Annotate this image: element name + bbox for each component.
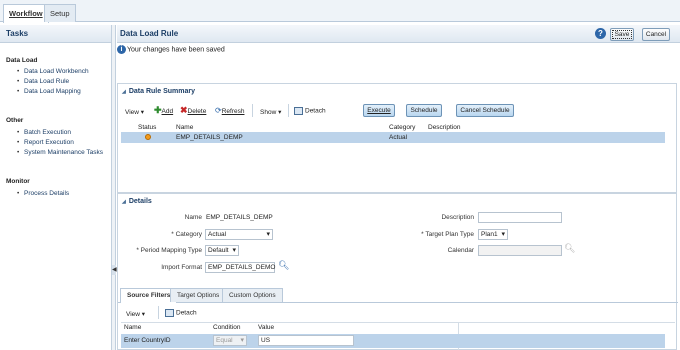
filter-row[interactable]: Enter CountryID Equal US: [121, 334, 665, 348]
period-mapping-label: * Period Mapping Type: [136, 247, 202, 254]
tasks-panel: Tasks Data Load Data Load Workbench Data…: [0, 25, 112, 350]
calendar-search-icon[interactable]: 🔍︎: [564, 243, 575, 254]
filter-view-menu[interactable]: View ▾: [126, 310, 145, 318]
task-batch-execution[interactable]: Batch Execution: [17, 129, 71, 136]
import-format-label: Import Format: [161, 264, 202, 271]
data-rule-summary-section: Data Rule Summary View ▾ ✚Add ✖Delete ⟳R…: [117, 83, 677, 193]
show-menu[interactable]: Show ▾: [260, 108, 281, 116]
collapse-arrow-icon[interactable]: ◀: [112, 265, 117, 275]
top-tab-bar: Workflow Setup: [0, 0, 680, 23]
value-input[interactable]: US: [258, 335, 354, 346]
calendar-label: Calendar: [447, 247, 474, 254]
detach-button[interactable]: Detach: [294, 107, 326, 115]
tab-source-filters[interactable]: Source Filters: [120, 288, 178, 303]
condition-select[interactable]: Equal: [213, 335, 247, 346]
help-icon[interactable]: ?: [595, 28, 606, 39]
filter-name: Enter CountryID: [124, 337, 171, 344]
sub-tab-bar: Source Filters Target Options Custom Opt…: [118, 288, 678, 303]
group-monitor: Monitor: [6, 178, 30, 185]
table-row[interactable]: EMP_DETAILS_DEMP Actual: [121, 132, 665, 143]
col-name[interactable]: Name: [176, 124, 193, 131]
period-mapping-select[interactable]: Default: [205, 245, 239, 256]
toolbar-divider: [252, 104, 253, 117]
grid-divider: [121, 322, 675, 323]
category-label: * Category: [171, 231, 202, 238]
detach-icon: [165, 309, 174, 317]
tab-custom-options[interactable]: Custom Options: [222, 288, 283, 302]
tab-setup[interactable]: Setup: [44, 4, 76, 22]
view-menu[interactable]: View ▾: [125, 108, 144, 116]
filter-col-condition[interactable]: Condition: [213, 324, 240, 331]
group-data-load: Data Load: [6, 57, 38, 64]
panel-splitter[interactable]: ◀: [112, 25, 117, 350]
name-label: Name: [184, 214, 202, 221]
details-section: Details Name EMP_DETAILS_DEMP * Category…: [117, 193, 678, 350]
delete-button[interactable]: ✖Delete: [180, 105, 206, 116]
toolbar-divider: [288, 104, 289, 117]
toolbar-divider: [158, 306, 159, 319]
summary-title: Data Rule Summary: [122, 88, 195, 95]
task-process-details[interactable]: Process Details: [17, 190, 69, 197]
status-pending-icon: [145, 134, 151, 140]
refresh-icon: ⟳: [215, 106, 222, 115]
save-confirmation: i Your changes have been saved: [117, 45, 225, 54]
add-icon: ✚: [154, 105, 162, 115]
task-data-load-mapping[interactable]: Data Load Mapping: [17, 88, 81, 95]
target-plan-select[interactable]: Plan1: [478, 229, 508, 240]
group-other: Other: [6, 117, 24, 124]
delete-icon: ✖: [180, 105, 188, 115]
task-data-load-workbench[interactable]: Data Load Workbench: [17, 68, 89, 75]
filter-detach-button[interactable]: Detach: [165, 309, 197, 317]
main-panel: Data Load Rule ? Save Cancel i Your chang…: [117, 25, 680, 350]
name-value: EMP_DETAILS_DEMP: [206, 214, 273, 221]
description-input[interactable]: [478, 212, 562, 223]
schedule-button[interactable]: Schedule: [406, 104, 442, 117]
cancel-schedule-button[interactable]: Cancel Schedule: [456, 104, 514, 117]
search-icon[interactable]: 🔍︎: [278, 260, 289, 271]
col-description[interactable]: Description: [428, 124, 461, 131]
category-select[interactable]: Actual: [205, 229, 273, 240]
tasks-title: Tasks: [0, 25, 111, 43]
execute-button[interactable]: Execute: [363, 104, 395, 117]
description-label: Description: [441, 214, 474, 221]
filter-col-name[interactable]: Name: [124, 324, 141, 331]
filter-col-value[interactable]: Value: [258, 324, 274, 331]
row-category: Actual: [389, 134, 408, 141]
info-icon: i: [117, 45, 126, 54]
add-button[interactable]: ✚Add: [154, 105, 173, 116]
target-plan-label: * Target Plan Type: [421, 231, 474, 238]
refresh-button[interactable]: ⟳Refresh: [215, 106, 244, 115]
task-data-load-rule[interactable]: Data Load Rule: [17, 78, 69, 85]
cancel-button[interactable]: Cancel: [642, 28, 670, 41]
row-name: EMP_DETAILS_DEMP: [176, 134, 243, 141]
save-button[interactable]: Save: [610, 28, 634, 41]
message-text: Your changes have been saved: [127, 46, 225, 54]
detach-icon: [294, 107, 303, 115]
col-status[interactable]: Status: [138, 124, 156, 131]
tab-workflow[interactable]: Workflow: [3, 4, 49, 23]
task-system-maintenance[interactable]: System Maintenance Tasks: [17, 149, 103, 156]
import-format-input[interactable]: EMP_DETAILS_DEMO: [205, 262, 275, 273]
calendar-input[interactable]: [478, 245, 562, 256]
col-category[interactable]: Category: [389, 124, 415, 131]
details-title: Details: [122, 198, 152, 205]
task-report-execution[interactable]: Report Execution: [17, 139, 74, 146]
tab-target-options[interactable]: Target Options: [170, 288, 227, 302]
